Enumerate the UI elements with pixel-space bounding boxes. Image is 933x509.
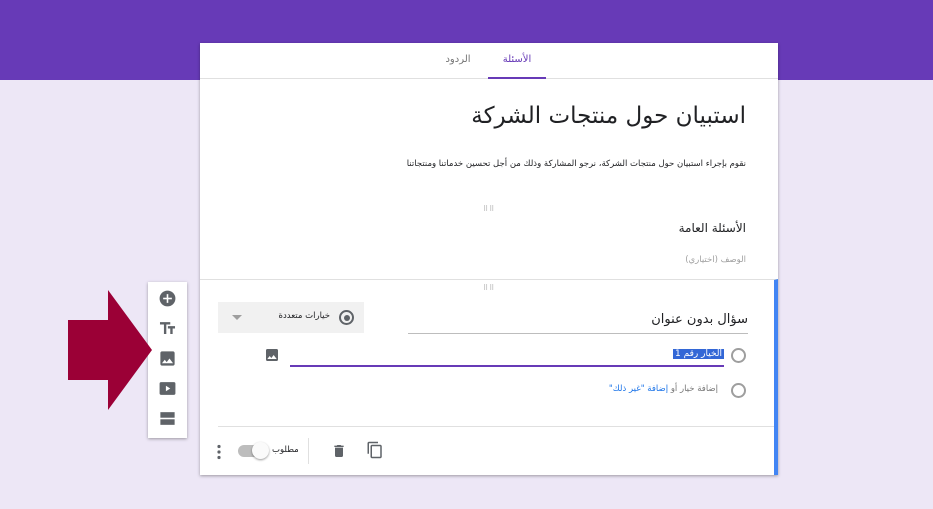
drag-handle-icon[interactable]: ⠿⠿ xyxy=(483,205,495,213)
add-question-icon[interactable] xyxy=(158,289,177,308)
form-description[interactable]: نقوم بإجراء استبيان حول منتجات الشركة، ن… xyxy=(407,159,746,169)
question-title: سؤال بدون عنوان xyxy=(651,312,748,327)
add-image-icon[interactable] xyxy=(158,349,177,368)
add-title-icon[interactable] xyxy=(158,319,177,338)
add-option-link[interactable]: إضافة خيار أو xyxy=(671,384,718,394)
duplicate-icon[interactable] xyxy=(366,441,384,459)
required-toggle[interactable] xyxy=(238,442,269,459)
add-option-row: إضافة خيار أو إضافة "غير ذلك" xyxy=(609,384,718,394)
form-card: الأسئلة الردود استبيان حول منتجات الشركة… xyxy=(200,43,778,475)
toggle-knob xyxy=(252,442,269,459)
add-other-link[interactable]: إضافة "غير ذلك" xyxy=(609,384,668,394)
add-video-icon[interactable] xyxy=(158,379,177,398)
tab-bar: الأسئلة الردود xyxy=(200,43,778,79)
question-card[interactable]: ⠿⠿ سؤال بدون عنوان خيارات متعددة الخيار … xyxy=(200,279,778,475)
section-description-field[interactable]: الوصف (اختياري) xyxy=(685,255,746,265)
form-title[interactable]: استبيان حول منتجات الشركة xyxy=(471,103,746,129)
question-title-field[interactable]: سؤال بدون عنوان xyxy=(408,308,748,334)
image-icon[interactable] xyxy=(264,347,280,363)
section-title[interactable]: الأسئلة العامة xyxy=(679,221,746,235)
option-1-field[interactable]: الخيار رقم 1 xyxy=(290,346,724,367)
option-radio xyxy=(731,383,746,398)
more-vert-icon[interactable] xyxy=(216,444,222,460)
footer-vertical-divider xyxy=(308,438,309,464)
dropdown-arrow-icon xyxy=(232,315,242,320)
radio-type-icon xyxy=(339,310,354,325)
tab-responses[interactable]: الردود xyxy=(432,43,484,79)
question-type-label: خيارات متعددة xyxy=(278,311,331,321)
option-radio xyxy=(731,348,746,363)
question-type-select[interactable]: خيارات متعددة xyxy=(218,302,364,333)
required-label: مطلوب xyxy=(272,445,299,455)
annotation-arrow xyxy=(68,290,152,410)
option-1-text: الخيار رقم 1 xyxy=(673,349,724,359)
add-section-icon[interactable] xyxy=(158,409,177,428)
drag-handle-icon[interactable]: ⠿⠿ xyxy=(483,284,495,292)
tab-questions[interactable]: الأسئلة xyxy=(488,43,546,79)
floating-toolbar xyxy=(148,282,187,438)
footer-divider xyxy=(218,426,774,427)
delete-icon[interactable] xyxy=(331,442,347,460)
